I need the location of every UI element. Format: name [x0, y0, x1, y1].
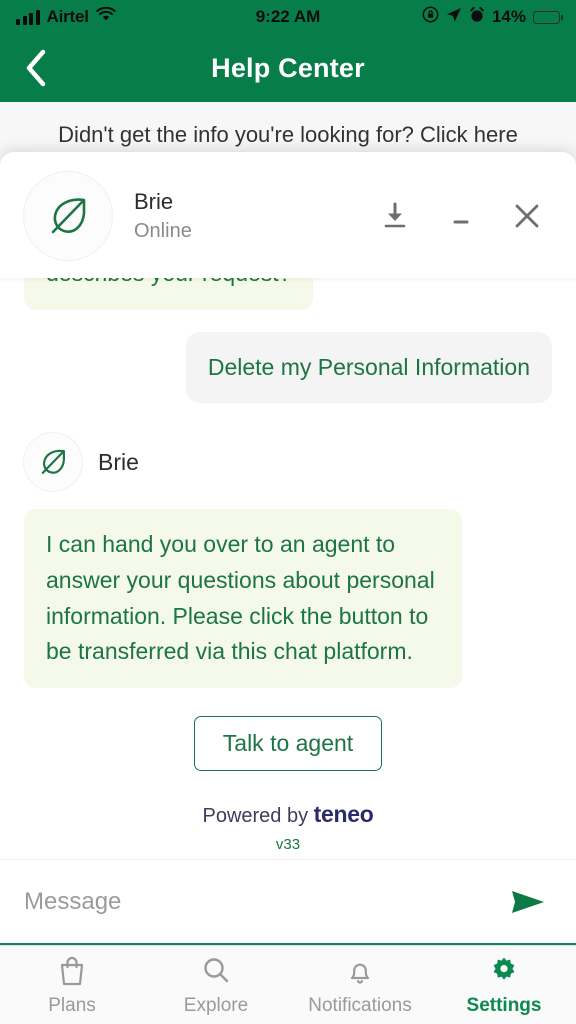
app-root: Airtel 9:22 AM 14% Help Center Didn't ge…: [0, 0, 576, 1024]
wifi-icon: [96, 6, 116, 27]
message-text: Delete my Personal Information: [207, 353, 530, 380]
tab-settings[interactable]: Settings: [432, 954, 576, 1017]
bot-message-clipped: describes your request?: [24, 278, 314, 310]
agent-button-row: Talk to agent: [24, 715, 552, 771]
tab-explore[interactable]: Explore: [144, 954, 288, 1017]
download-icon[interactable]: [376, 197, 414, 235]
message-text: describes your request?: [46, 278, 291, 286]
shopping-bag-icon: [60, 956, 84, 985]
location-arrow-icon: [446, 7, 462, 28]
tab-label: Settings: [466, 994, 542, 1016]
avatar: [24, 172, 112, 260]
leaf-icon: [41, 450, 65, 475]
alarm-clock-icon: [469, 6, 485, 28]
battery-icon: [533, 10, 563, 24]
leaf-icon: [51, 198, 86, 234]
chevron-left-icon: [26, 49, 46, 87]
powered-by: Powered by teneo: [24, 801, 552, 828]
status-bar-left: Airtel: [16, 6, 116, 27]
status-bar: Airtel 9:22 AM 14%: [0, 0, 576, 34]
battery-percent-label: 14%: [491, 7, 526, 26]
bot-message: I can hand you over to an agent to answe…: [24, 509, 463, 688]
talk-to-agent-button[interactable]: Talk to agent: [193, 715, 383, 771]
tab-plans[interactable]: Plans: [0, 954, 144, 1017]
user-message: Delete my Personal Information: [185, 331, 552, 404]
bell-icon: [350, 963, 370, 984]
minimize-icon[interactable]: [442, 197, 480, 235]
tab-notifications[interactable]: Notifications: [288, 954, 432, 1017]
bottom-tab-bar: Plans Explore Notifications Settings: [0, 945, 576, 1024]
message-input[interactable]: [24, 887, 504, 916]
version-label: v33: [275, 835, 301, 853]
status-bar-right: 14%: [422, 6, 563, 28]
bot-name: Brie: [134, 189, 174, 214]
chat-widget-header: Brie Online: [0, 152, 576, 278]
search-icon: [204, 957, 229, 982]
tab-label: Explore: [183, 994, 249, 1016]
powered-by-prefix: Powered by: [202, 804, 309, 827]
back-button[interactable]: [14, 46, 58, 90]
chat-widget-actions: [376, 197, 552, 235]
tab-label: Plans: [48, 994, 96, 1016]
close-icon[interactable]: [508, 197, 546, 235]
bot-status: Online: [134, 220, 192, 242]
message-list: describes your request? Delete my Person…: [0, 278, 576, 859]
chat-widget: Brie Online Delete my Personal Informati…: [0, 152, 576, 945]
bot-message-sender-name: Brie: [98, 448, 139, 475]
gear-icon: [493, 957, 515, 980]
carrier-label: Airtel: [46, 7, 89, 26]
message-composer: [0, 859, 576, 945]
page-title: Help Center: [211, 52, 365, 83]
chat-widget-identity: Brie Online: [134, 189, 192, 243]
bot-message-sender-row: Brie: [24, 433, 552, 492]
teneo-logo: teneo: [313, 800, 374, 827]
rotation-lock-icon: [422, 6, 439, 28]
avatar: [24, 433, 82, 492]
send-arrow-icon[interactable]: [504, 878, 552, 926]
signal-icon: [16, 9, 40, 25]
tab-label: Notifications: [308, 994, 412, 1016]
message-text: I can hand you over to an agent to answe…: [46, 531, 435, 665]
nav-bar: Help Center: [0, 34, 576, 102]
